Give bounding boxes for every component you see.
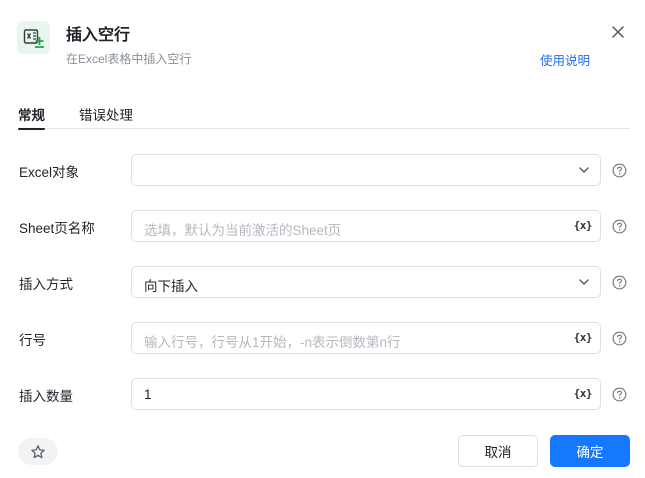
help-circle-icon[interactable] [612, 163, 627, 178]
help-circle-icon[interactable] [612, 387, 627, 402]
dialog-subtitle: 在Excel表格中插入空行 [66, 52, 192, 66]
variable-button[interactable]: {x} [574, 387, 593, 400]
cancel-button[interactable]: 取消 [458, 435, 538, 467]
insert-count-label: 插入数量 [19, 389, 73, 404]
excel-insert-row-icon [17, 21, 50, 54]
insert-count-input[interactable]: 1 {x} [131, 378, 601, 410]
tab-error-handling[interactable]: 错误处理 [79, 104, 133, 129]
star-icon [31, 444, 45, 458]
confirm-button[interactable]: 确定 [550, 435, 630, 467]
dialog-title: 插入空行 [66, 27, 131, 44]
tab-bar: 常规 错误处理 [18, 104, 630, 130]
variable-button[interactable]: {x} [574, 219, 593, 232]
favorite-button[interactable] [18, 438, 58, 465]
tab-general[interactable]: 常规 [18, 104, 45, 130]
sheet-name-placeholder: 选填，默认为当前激活的Sheet页 [144, 223, 342, 238]
row-number-label: 行号 [19, 333, 46, 348]
excel-object-label: Excel对象 [19, 165, 80, 180]
help-link[interactable]: 使用说明 [540, 50, 590, 69]
sheet-name-label: Sheet页名称 [19, 221, 95, 236]
help-circle-icon[interactable] [612, 275, 627, 290]
help-circle-icon[interactable] [612, 219, 627, 234]
row-number-input[interactable]: 输入行号，行号从1开始，-n表示倒数第n行 {x} [131, 322, 601, 354]
chevron-down-icon [579, 279, 589, 285]
insert-mode-value: 向下插入 [144, 279, 198, 294]
variable-button[interactable]: {x} [574, 331, 593, 344]
row-number-placeholder: 输入行号，行号从1开始，-n表示倒数第n行 [144, 335, 401, 350]
help-circle-icon[interactable] [612, 331, 627, 346]
sheet-name-input[interactable]: 选填，默认为当前激活的Sheet页 {x} [131, 210, 601, 242]
close-icon[interactable] [610, 24, 626, 40]
excel-object-select[interactable] [131, 154, 601, 186]
insert-count-value: 1 [144, 387, 152, 402]
chevron-down-icon [579, 167, 589, 173]
insert-mode-label: 插入方式 [19, 277, 73, 292]
insert-mode-select[interactable]: 向下插入 [131, 266, 601, 298]
